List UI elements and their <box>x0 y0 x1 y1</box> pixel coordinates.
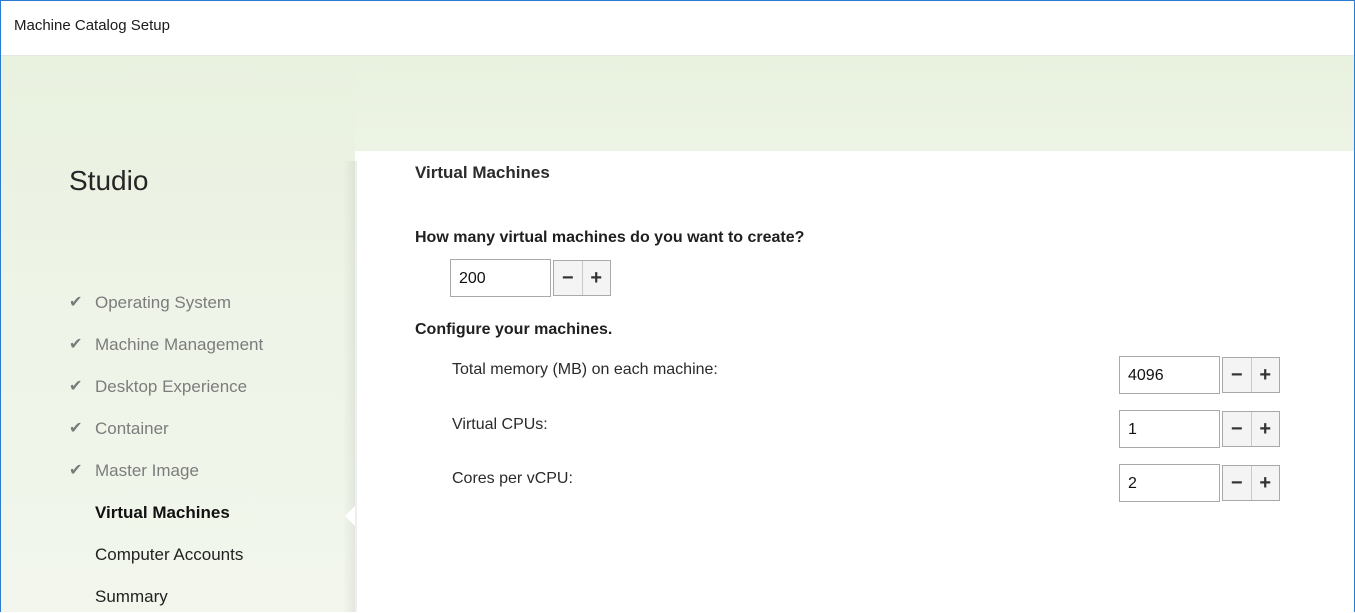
checkmark-icon: ✔ <box>69 462 83 479</box>
step-machine-management[interactable]: ✔ Machine Management <box>69 333 263 375</box>
step-label: Container <box>95 419 169 438</box>
studio-brand: Studio <box>69 165 149 196</box>
cores-per-vcpu-input[interactable]: 2 <box>1119 464 1220 502</box>
step-label: Summary <box>95 587 168 606</box>
main-panel: Virtual Machines How many virtual machin… <box>357 151 1354 612</box>
memory-label: Total memory (MB) on each machine: <box>452 361 718 378</box>
step-operating-system[interactable]: ✔ Operating System <box>69 291 263 333</box>
step-label: Desktop Experience <box>95 377 248 396</box>
current-step-pointer <box>345 506 355 526</box>
step-virtual-machines: Virtual Machines <box>69 501 263 543</box>
step-label: Machine Management <box>95 335 264 354</box>
sidebar-shadow <box>343 161 357 612</box>
vm-count-input[interactable]: 200 <box>450 259 551 297</box>
cores-per-vcpu-stepper: − + <box>1222 465 1280 501</box>
cores-per-vcpu-label: Cores per vCPU: <box>452 470 573 487</box>
step-label: Computer Accounts <box>95 545 244 564</box>
checkmark-icon: ✔ <box>69 294 83 311</box>
wizard-window: Machine Catalog Setup Studio ✔ Operating… <box>0 0 1355 612</box>
vm-count-increment-button[interactable]: + <box>583 261 611 295</box>
step-label: Master Image <box>95 461 199 480</box>
vm-count-decrement-button[interactable]: − <box>554 261 583 295</box>
vcpus-stepper: − + <box>1222 411 1280 447</box>
step-label: Virtual Machines <box>95 503 230 522</box>
vcpus-label: Virtual CPUs: <box>452 416 548 433</box>
step-container[interactable]: ✔ Container <box>69 417 263 459</box>
vcpus-decrement-button[interactable]: − <box>1223 412 1252 446</box>
vm-count-stepper: − + <box>553 260 611 296</box>
wizard-steps: ✔ Operating System ✔ Machine Management … <box>69 291 263 612</box>
memory-decrement-button[interactable]: − <box>1223 358 1252 392</box>
step-master-image[interactable]: ✔ Master Image <box>69 459 263 501</box>
cores-decrement-button[interactable]: − <box>1223 466 1252 500</box>
memory-stepper: − + <box>1222 357 1280 393</box>
vcpus-input[interactable]: 1 <box>1119 410 1220 448</box>
step-label: Operating System <box>95 293 232 312</box>
step-summary: Summary <box>69 585 263 612</box>
checkmark-icon: ✔ <box>69 378 83 395</box>
cores-increment-button[interactable]: + <box>1252 466 1280 500</box>
vcpus-increment-button[interactable]: + <box>1252 412 1280 446</box>
memory-input[interactable]: 4096 <box>1119 356 1220 394</box>
step-desktop-experience[interactable]: ✔ Desktop Experience <box>69 375 263 417</box>
checkmark-icon: ✔ <box>69 336 83 353</box>
memory-increment-button[interactable]: + <box>1252 358 1280 392</box>
step-computer-accounts: Computer Accounts <box>69 543 263 585</box>
title-bar: Machine Catalog Setup <box>1 1 1354 56</box>
page-title: Virtual Machines <box>415 163 550 182</box>
vm-count-question: How many virtual machines do you want to… <box>415 229 805 246</box>
configure-heading: Configure your machines. <box>415 321 613 338</box>
checkmark-icon: ✔ <box>69 420 83 437</box>
window-title: Machine Catalog Setup <box>14 17 170 34</box>
